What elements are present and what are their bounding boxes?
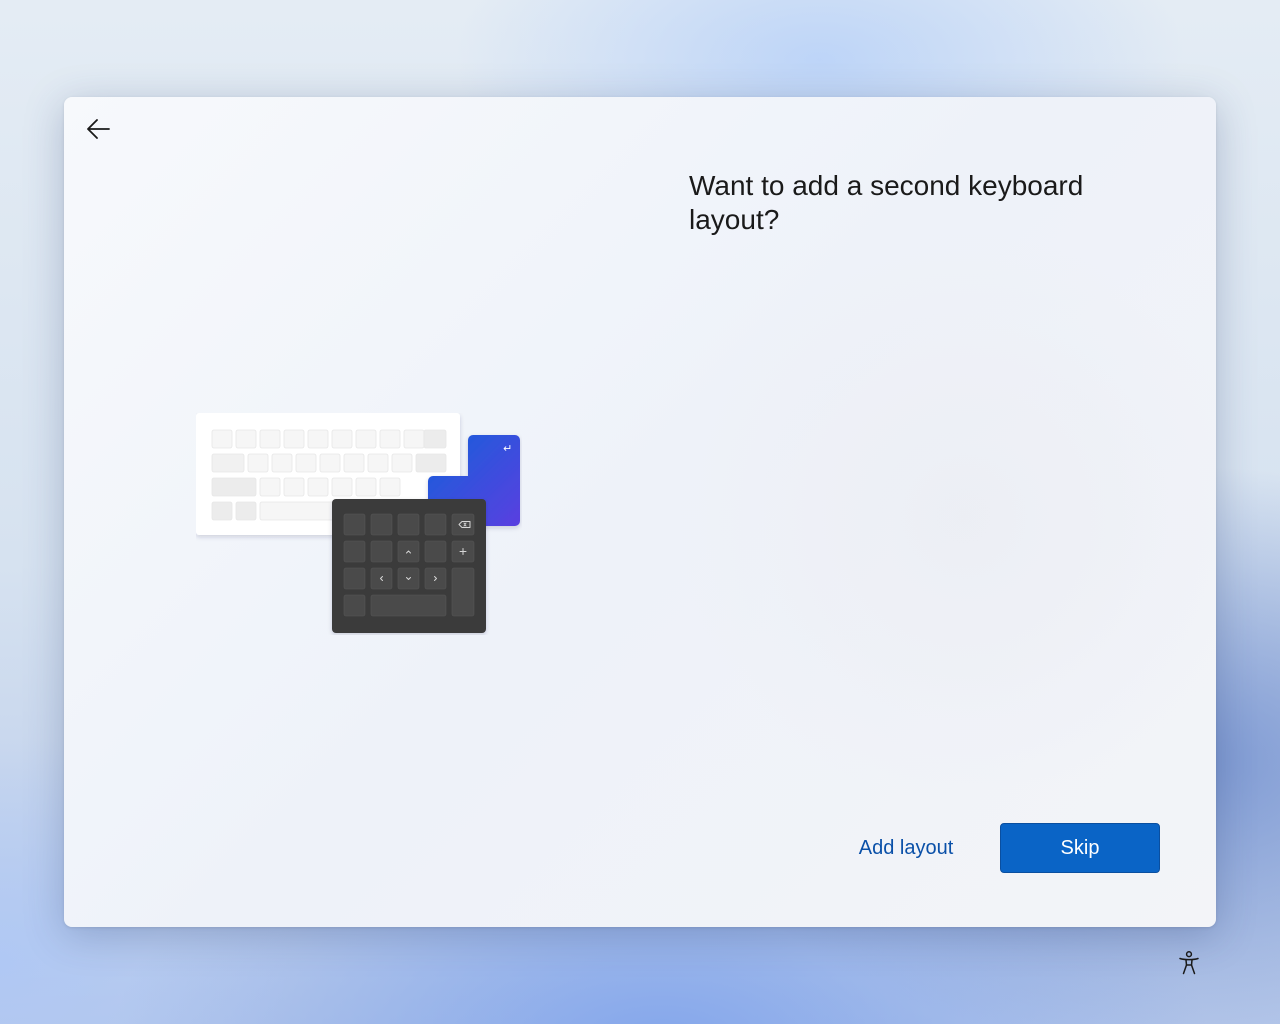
keyboard-illustration: ↵ (196, 413, 522, 635)
add-layout-button[interactable]: Add layout (844, 823, 968, 873)
back-button[interactable] (80, 111, 116, 147)
page-title: Want to add a second keyboard layout? (689, 170, 1084, 235)
dark-keypad (332, 499, 486, 633)
enter-key-glyph: ↵ (503, 442, 512, 455)
accessibility-icon (1179, 951, 1199, 975)
accessibility-button[interactable] (1172, 946, 1206, 980)
arrow-left-icon (87, 119, 110, 139)
skip-button[interactable]: Skip (1000, 823, 1160, 873)
setup-dialog: Want to add a second keyboard layout? ↵ … (64, 97, 1216, 927)
